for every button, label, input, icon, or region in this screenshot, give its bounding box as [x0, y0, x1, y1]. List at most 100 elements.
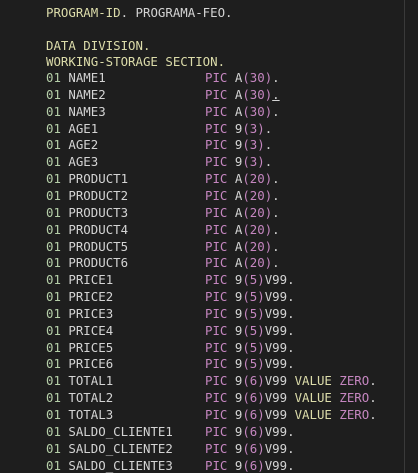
field-name: SALDO_CLIENTE1	[68, 423, 173, 439]
pic-size: (20)	[242, 204, 273, 220]
field-line: 01 PRICE4 PIC 9(5)V99.	[46, 322, 295, 340]
pic-keyword: PIC	[205, 356, 228, 372]
field-line: 01 SALDO_CLIENTE3 PIC 9(6)V99.	[46, 457, 295, 473]
pic-clause: PIC 9(3).	[205, 136, 272, 154]
field-line: 01 NAME1 PIC A(30).	[46, 69, 280, 87]
field-name: AGE1	[68, 120, 99, 136]
pic-size: (6)	[242, 407, 265, 422]
statement-terminator: .	[287, 289, 295, 305]
value-literal: ZERO	[339, 390, 370, 406]
pic-size: (5)	[242, 322, 265, 338]
statement-terminator: .	[272, 171, 280, 187]
statement-terminator: .	[287, 356, 295, 372]
level-number: 01	[46, 120, 61, 136]
value-keyword: VALUE	[294, 373, 332, 389]
statement-terminator: .	[272, 238, 280, 254]
field-name: PRODUCT4	[68, 221, 129, 237]
statement-terminator: .	[287, 272, 295, 288]
field-line: 01 PRODUCT2 PIC A(20).	[46, 187, 280, 205]
pic-size: (5)	[242, 305, 265, 321]
level-number: 01	[46, 204, 61, 220]
pic-clause: PIC 9(5)V99.	[205, 288, 295, 306]
statement-terminator: .	[272, 204, 280, 220]
field-name: AGE3	[68, 154, 99, 170]
pic-clause: PIC A(30).	[205, 103, 280, 121]
field-name: PRICE4	[68, 322, 114, 338]
level-number: 01	[46, 86, 61, 102]
pic-keyword: PIC	[205, 154, 228, 170]
pic-size: (6)	[242, 390, 265, 406]
pic-clause: PIC 9(5)V99.	[205, 339, 295, 357]
pic-decimals: V99	[264, 322, 288, 338]
statement-terminator: .	[264, 154, 273, 170]
level-number: 01	[46, 457, 61, 473]
pic-size: (3)	[242, 137, 265, 153]
pic-size: (20)	[242, 187, 273, 203]
pic-size: (3)	[242, 120, 265, 136]
code-editor[interactable]: PROGRAM-ID. PROGRAMA-FEO. DATA DIVISION.…	[0, 0, 418, 473]
statement-terminator: .	[287, 440, 295, 456]
pic-keyword: PIC	[205, 272, 228, 288]
pic-clause: PIC A(20).	[205, 170, 280, 188]
level-number: 01	[46, 238, 61, 254]
statement-terminator: .	[264, 137, 273, 153]
pic-size: (5)	[242, 339, 265, 355]
field-line: 01 PRODUCT4 PIC A(20).	[46, 221, 280, 239]
statement-terminator: .	[272, 255, 280, 271]
field-name: PRODUCT6	[68, 255, 129, 271]
program-id-keyword: PROGRAM-ID	[46, 5, 121, 20]
level-number: 01	[46, 272, 61, 288]
field-name: TOTAL2	[68, 390, 114, 406]
program-id-value: . PROGRAMA-FEO.	[120, 5, 233, 20]
statement-terminator: .	[287, 423, 295, 439]
field-line: 01 PRICE3 PIC 9(5)V99.	[46, 305, 295, 323]
field-name: TOTAL3	[68, 407, 114, 422]
field-name: PRODUCT1	[68, 171, 129, 187]
field-name: PRODUCT2	[68, 187, 129, 203]
pic-clause: PIC A(20).	[205, 187, 280, 205]
pic-keyword: PIC	[205, 103, 228, 119]
field-line: 01 PRICE6 PIC 9(5)V99.	[46, 355, 295, 373]
pic-keyword: PIC	[205, 373, 228, 389]
pic-decimals: V99	[264, 440, 288, 456]
level-number: 01	[46, 440, 61, 456]
level-number: 01	[46, 322, 61, 338]
pic-keyword: PIC	[205, 204, 228, 220]
pic-size: (30)	[242, 103, 273, 119]
pic-clause: PIC A(20).	[205, 238, 280, 256]
pic-keyword: PIC	[205, 86, 228, 102]
pic-keyword: PIC	[205, 70, 228, 85]
field-line: 01 NAME3 PIC A(30).	[46, 103, 280, 121]
pic-size: (20)	[242, 171, 273, 187]
pic-clause: PIC 9(6)V99.	[205, 457, 295, 473]
field-line: 01 SALDO_CLIENTE2 PIC 9(6)V99.	[46, 440, 295, 458]
pic-decimals: V99	[264, 407, 288, 422]
level-number: 01	[46, 407, 61, 422]
field-name: PRICE2	[68, 289, 114, 305]
pic-size: (6)	[242, 457, 265, 473]
value-keyword: VALUE	[294, 407, 332, 422]
level-number: 01	[46, 373, 61, 389]
statement-terminator: .	[287, 322, 295, 338]
level-number: 01	[46, 305, 61, 321]
statement-terminator: .	[369, 390, 377, 406]
level-number: 01	[46, 154, 61, 170]
value-keyword: VALUE	[294, 390, 332, 406]
pic-keyword: PIC	[205, 390, 228, 406]
pic-clause: PIC 9(6)V99 VALUE ZERO.	[205, 406, 377, 424]
field-name: NAME1	[68, 70, 106, 85]
pic-keyword: PIC	[205, 171, 228, 187]
pic-keyword: PIC	[205, 221, 228, 237]
field-line: 01 PRICE5 PIC 9(5)V99.	[46, 339, 295, 357]
field-name: AGE2	[68, 137, 99, 153]
pic-clause: PIC 9(3).	[205, 153, 272, 171]
pic-size: (6)	[242, 373, 265, 389]
pic-decimals: V99	[264, 356, 288, 372]
pic-decimals: V99	[264, 339, 288, 355]
statement-terminator: .	[264, 120, 273, 136]
pic-keyword: PIC	[205, 120, 228, 136]
level-number: 01	[46, 255, 61, 271]
pic-keyword: PIC	[205, 238, 228, 254]
pic-keyword: PIC	[205, 407, 228, 422]
pic-size: (20)	[242, 238, 273, 254]
